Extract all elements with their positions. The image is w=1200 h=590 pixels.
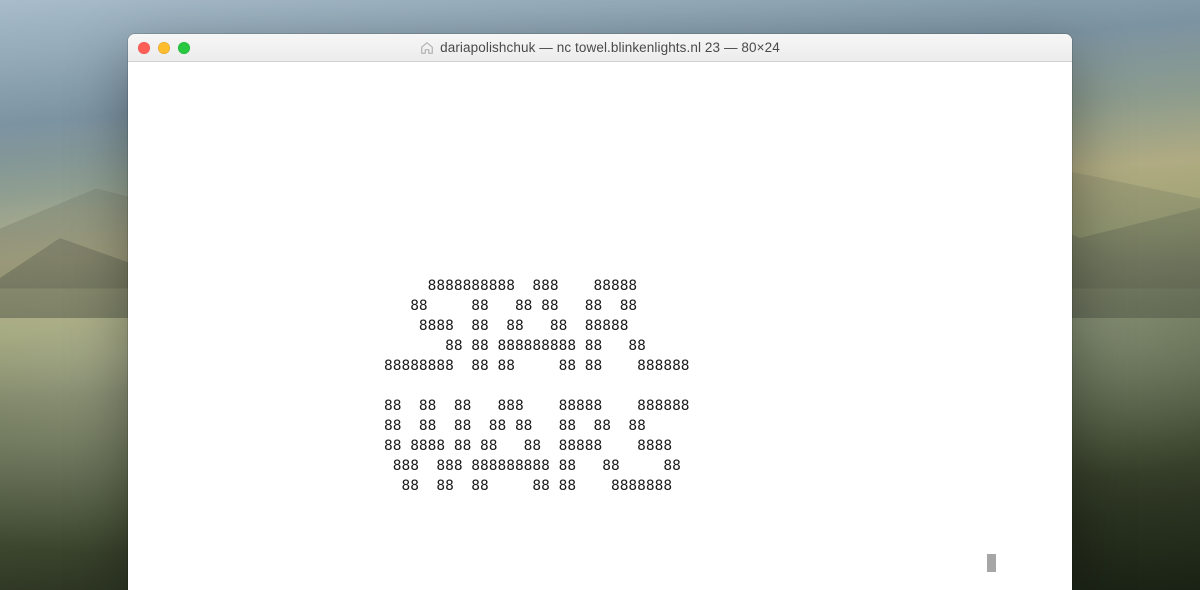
- terminal-cursor: [987, 554, 996, 572]
- ascii-art: 8888888888 888 88888 88 88 88 88 88 88 8…: [384, 276, 1066, 496]
- window-title: dariapolishchuk — nc towel.blinkenlights…: [440, 40, 780, 55]
- terminal-output: 8888888888 888 88888 88 88 88 88 88 88 8…: [134, 66, 1066, 536]
- terminal-body[interactable]: 8888888888 888 88888 88 88 88 88 88 88 8…: [128, 62, 1072, 590]
- terminal-window: dariapolishchuk — nc towel.blinkenlights…: [128, 34, 1072, 590]
- minimize-button[interactable]: [158, 42, 170, 54]
- window-titlebar[interactable]: dariapolishchuk — nc towel.blinkenlights…: [128, 34, 1072, 62]
- maximize-button[interactable]: [178, 42, 190, 54]
- home-icon: [420, 41, 434, 55]
- close-button[interactable]: [138, 42, 150, 54]
- title-area: dariapolishchuk — nc towel.blinkenlights…: [128, 34, 1072, 61]
- window-controls: [138, 42, 190, 54]
